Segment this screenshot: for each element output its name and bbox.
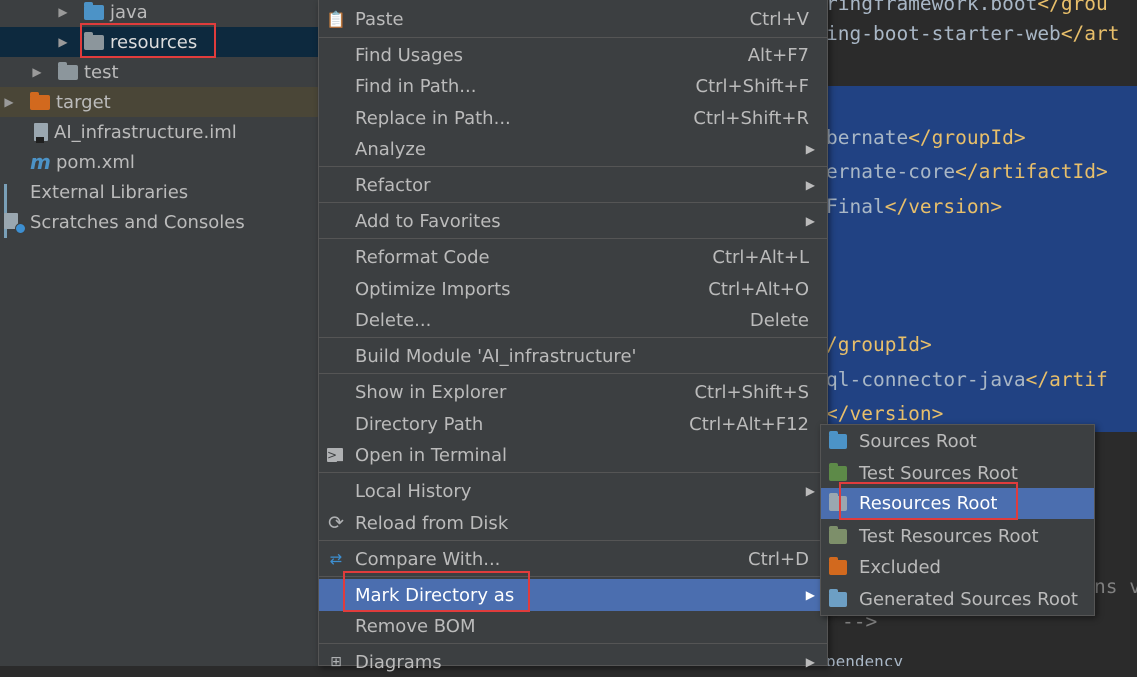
tree-item-resources[interactable]: ▶ resources [0, 27, 318, 57]
submenu-arrow-icon: ▶ [805, 142, 815, 156]
test-sources-root-folder-icon [829, 462, 847, 482]
menu-separator [319, 166, 827, 167]
submenu-arrow-icon: ▶ [805, 655, 815, 669]
scratches-icon [4, 213, 26, 234]
module-file-icon [34, 123, 48, 143]
tree-item-pom[interactable]: m pom.xml [0, 147, 318, 177]
submenu-item-excluded[interactable]: Excluded [821, 552, 1094, 582]
menu-item-reload-from-disk[interactable]: ⟳ Reload from Disk [319, 508, 827, 538]
menu-item-paste[interactable]: 📋 Paste Ctrl+V [319, 4, 827, 34]
tree-item-scratches[interactable]: Scratches and Consoles [0, 207, 318, 237]
menu-item-remove-bom[interactable]: Remove BOM [319, 611, 827, 641]
context-menu: 📋 Paste Ctrl+V Find Usages Alt+F7 Find i… [318, 0, 828, 673]
menu-item-mark-directory-as[interactable]: Mark Directory as ▶ [319, 579, 827, 611]
tree-item-label: pom.xml [56, 151, 135, 173]
menu-item-delete[interactable]: Delete... Delete [319, 305, 827, 335]
menu-item-local-history[interactable]: Local History ▶ [319, 476, 827, 506]
code-line: ringframework.boot</grou [826, 0, 1108, 15]
code-line: ns v [1094, 575, 1137, 598]
menu-item-show-in-explorer[interactable]: Show in Explorer Ctrl+Shift+S [319, 377, 827, 407]
menu-separator [319, 202, 827, 203]
source-folder-icon [84, 1, 104, 20]
submenu-arrow-icon: ▶ [805, 588, 815, 602]
mark-directory-submenu: Sources Root Test Sources Root Resources… [820, 424, 1095, 616]
tree-item-test[interactable]: ▶ test [0, 57, 318, 87]
code-line: ernate-core</artifactId> [826, 160, 1108, 183]
tree-item-label: resources [110, 31, 198, 53]
diagram-icon: ⊞ [330, 654, 342, 670]
code-line: Final</version> [826, 195, 1003, 218]
excluded-folder-icon [30, 91, 50, 110]
resources-root-folder-icon [829, 493, 847, 513]
menu-item-analyze[interactable]: Analyze ▶ [319, 134, 827, 164]
clipboard-icon: 📋 [326, 9, 346, 29]
test-resources-root-folder-icon [829, 525, 847, 545]
sources-root-folder-icon [829, 430, 847, 450]
tree-item-label: java [110, 1, 148, 23]
submenu-item-resources-root[interactable]: Resources Root [821, 488, 1094, 519]
code-line: ing-boot-starter-web</art [826, 22, 1120, 45]
expand-arrow-icon[interactable]: ▶ [56, 5, 70, 19]
submenu-item-test-sources-root[interactable]: Test Sources Root [821, 458, 1094, 488]
menu-item-reformat-code[interactable]: Reformat Code Ctrl+Alt+L [319, 242, 827, 272]
code-line: pendency [826, 652, 904, 666]
menu-separator [319, 472, 827, 473]
menu-separator [319, 643, 827, 644]
menu-separator [319, 540, 827, 541]
menu-separator [319, 238, 827, 239]
expand-arrow-icon[interactable]: ▶ [30, 65, 44, 79]
menu-item-optimize-imports[interactable]: Optimize Imports Ctrl+Alt+O [319, 274, 827, 304]
project-tree: ▶ java ▶ resources ▶ test ▶ target AI_in… [0, 0, 318, 666]
menu-separator [319, 576, 827, 577]
tree-item-label: target [56, 91, 111, 113]
menu-separator [319, 37, 827, 38]
code-line: </version> [826, 402, 944, 425]
menu-item-find-in-path[interactable]: Find in Path... Ctrl+Shift+F [319, 71, 827, 101]
libraries-icon [4, 184, 24, 238]
tree-item-java[interactable]: ▶ java [0, 0, 318, 27]
folder-icon [58, 61, 78, 80]
menu-item-directory-path[interactable]: Directory Path Ctrl+Alt+F12 [319, 409, 827, 439]
code-line: /groupId> [826, 333, 932, 356]
tree-item-label: External Libraries [30, 181, 189, 203]
compare-icon: ⇄ [329, 550, 343, 568]
submenu-item-sources-root[interactable]: Sources Root [821, 426, 1094, 456]
maven-icon: m [30, 150, 51, 174]
menu-item-compare-with[interactable]: ⇄ Compare With... Ctrl+D [319, 544, 827, 574]
submenu-item-test-resources-root[interactable]: Test Resources Root [821, 521, 1094, 551]
code-line: bernate</groupId> [826, 126, 1026, 149]
menu-item-add-to-favorites[interactable]: Add to Favorites ▶ [319, 206, 827, 236]
tree-item-label: Scratches and Consoles [30, 211, 245, 233]
code-line: ql-connector-java</artif [826, 368, 1108, 391]
tree-item-label: test [84, 61, 119, 83]
submenu-arrow-icon: ▶ [805, 178, 815, 192]
terminal-icon: >_ [326, 448, 344, 462]
submenu-item-generated-sources-root[interactable]: Generated Sources Root [821, 584, 1094, 614]
menu-separator [319, 373, 827, 374]
tree-item-target[interactable]: ▶ target [0, 87, 318, 117]
tree-item-iml[interactable]: AI_infrastructure.iml [0, 117, 318, 147]
menu-item-diagrams[interactable]: ⊞ Diagrams ▶ [319, 647, 827, 677]
menu-item-find-usages[interactable]: Find Usages Alt+F7 [319, 40, 827, 70]
menu-item-refactor[interactable]: Refactor ▶ [319, 170, 827, 200]
submenu-arrow-icon: ▶ [805, 214, 815, 228]
reload-icon: ⟳ [328, 512, 344, 534]
resources-folder-icon [84, 31, 104, 50]
menu-item-replace-in-path[interactable]: Replace in Path... Ctrl+Shift+R [319, 103, 827, 133]
menu-item-build-module[interactable]: Build Module 'AI_infrastructure' [319, 341, 827, 371]
tree-item-label: AI_infrastructure.iml [54, 121, 237, 143]
expand-arrow-icon[interactable]: ▶ [56, 35, 70, 49]
tree-item-external-libraries[interactable]: External Libraries [0, 177, 318, 238]
generated-sources-root-folder-icon [829, 588, 847, 608]
menu-separator [319, 337, 827, 338]
expand-arrow-icon[interactable]: ▶ [2, 95, 16, 109]
submenu-arrow-icon: ▶ [805, 484, 815, 498]
excluded-folder-icon [829, 556, 847, 576]
menu-item-open-in-terminal[interactable]: >_ Open in Terminal [319, 440, 827, 470]
